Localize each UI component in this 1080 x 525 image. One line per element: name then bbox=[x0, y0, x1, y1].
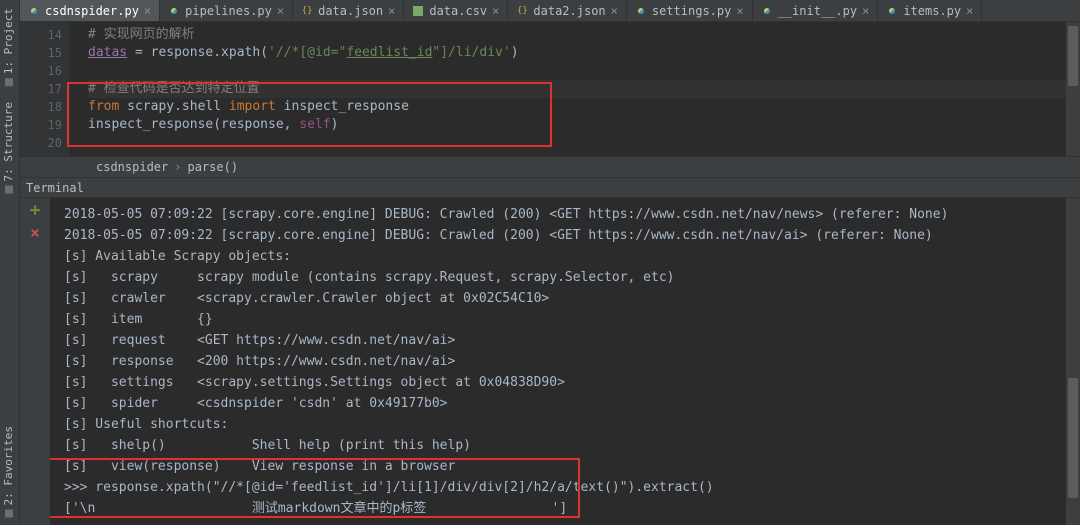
close-icon[interactable]: × bbox=[277, 4, 284, 18]
file-icon bbox=[412, 5, 424, 17]
close-icon[interactable]: × bbox=[388, 4, 395, 18]
file-icon bbox=[516, 5, 528, 17]
side-tab-icon bbox=[5, 78, 13, 86]
left-tool-strip-top: 1: Project 7: Structure bbox=[0, 0, 19, 418]
side-tab-label: 2: Favorites bbox=[2, 426, 15, 505]
terminal-line: >>> response.xpath("//*[@id='feedlist_id… bbox=[64, 477, 1066, 498]
tab-label: data2.json bbox=[533, 4, 605, 18]
terminal-line: [s] crawler <scrapy.crawler.Crawler obje… bbox=[64, 288, 1066, 309]
terminal-title: Terminal bbox=[26, 181, 84, 195]
side-tab-project[interactable]: 1: Project bbox=[0, 0, 17, 94]
terminal-line: [s] shelp() Shell help (print this help) bbox=[64, 435, 1066, 456]
code-line[interactable]: from scrapy.shell import inspect_respons… bbox=[88, 98, 1066, 116]
editor-scrollbar[interactable] bbox=[1066, 22, 1080, 156]
close-icon[interactable]: × bbox=[144, 4, 151, 18]
terminal-line: ['\n 测试markdown文章中的p标签 '] bbox=[64, 498, 1066, 519]
code-line[interactable] bbox=[88, 134, 1066, 152]
terminal-panel: + × 2018-05-05 07:09:22 [scrapy.core.eng… bbox=[20, 198, 1080, 525]
close-icon[interactable]: × bbox=[966, 4, 973, 18]
terminal-line: [s] Useful shortcuts: bbox=[64, 414, 1066, 435]
tab-label: csdnspider.py bbox=[45, 4, 139, 18]
terminal-line: [s] scrapy scrapy module (contains scrap… bbox=[64, 267, 1066, 288]
side-tab-icon bbox=[5, 186, 13, 194]
code-line[interactable]: # 实现网页的解析 bbox=[88, 26, 1066, 44]
terminal-line: 2018-05-05 07:09:22 [scrapy.core.engine]… bbox=[64, 225, 1066, 246]
terminal-line: [s] item {} bbox=[64, 309, 1066, 330]
editor-tab[interactable]: pipelines.py × bbox=[160, 0, 293, 21]
breadcrumb: csdnspider › parse() bbox=[20, 156, 1080, 178]
code-line[interactable]: datas = response.xpath('//*[@id="feedlis… bbox=[88, 44, 1066, 62]
close-icon[interactable]: × bbox=[862, 4, 869, 18]
left-tool-strip: 1: Project 7: Structure 2: Favorites bbox=[0, 0, 20, 525]
file-icon bbox=[301, 5, 313, 17]
editor-tabs: csdnspider.py×pipelines.py×data.json×dat… bbox=[20, 0, 1080, 22]
tab-label: pipelines.py bbox=[185, 4, 272, 18]
tab-label: settings.py bbox=[652, 4, 731, 18]
side-tab-structure[interactable]: 7: Structure bbox=[0, 94, 17, 201]
editor[interactable]: 14151617181920 # 实现网页的解析datas = response… bbox=[20, 22, 1080, 156]
close-icon[interactable]: × bbox=[611, 4, 618, 18]
tab-label: data.json bbox=[318, 4, 383, 18]
code-line[interactable]: inspect_response(response, self) bbox=[88, 116, 1066, 134]
editor-tab[interactable]: csdnspider.py × bbox=[20, 0, 160, 21]
editor-scroll-thumb[interactable] bbox=[1068, 26, 1078, 86]
main-area: csdnspider.py×pipelines.py×data.json×dat… bbox=[20, 0, 1080, 525]
terminal-scroll-thumb[interactable] bbox=[1068, 378, 1078, 498]
file-icon bbox=[886, 5, 898, 17]
file-icon bbox=[28, 5, 40, 17]
file-icon bbox=[635, 5, 647, 17]
terminal-output[interactable]: 2018-05-05 07:09:22 [scrapy.core.engine]… bbox=[50, 198, 1066, 525]
terminal-line: [s] settings <scrapy.settings.Settings o… bbox=[64, 372, 1066, 393]
terminal-scrollbar[interactable] bbox=[1066, 198, 1080, 525]
tab-label: data.csv bbox=[429, 4, 487, 18]
file-icon bbox=[168, 5, 180, 17]
side-tab-favorites[interactable]: 2: Favorites bbox=[0, 418, 17, 525]
breadcrumb-method[interactable]: parse() bbox=[187, 160, 238, 174]
close-icon[interactable]: × bbox=[736, 4, 743, 18]
editor-code[interactable]: # 实现网页的解析datas = response.xpath('//*[@id… bbox=[70, 22, 1066, 156]
file-icon bbox=[761, 5, 773, 17]
terminal-line: [s] response <200 https://www.csdn.net/n… bbox=[64, 351, 1066, 372]
editor-tab[interactable]: settings.py × bbox=[627, 0, 753, 21]
terminal-line: 2018-05-05 07:09:22 [scrapy.core.engine]… bbox=[64, 204, 1066, 225]
code-line[interactable]: # 检查代码是否达到特定位置 bbox=[88, 80, 1066, 98]
side-tab-label: 1: Project bbox=[2, 8, 15, 74]
editor-tab[interactable]: data2.json × bbox=[508, 0, 626, 21]
terminal-gutter: + × bbox=[20, 198, 50, 525]
code-line[interactable] bbox=[88, 62, 1066, 80]
breadcrumb-sep: › bbox=[174, 160, 181, 174]
tab-label: __init__.py bbox=[778, 4, 857, 18]
editor-gutter: 14151617181920 bbox=[20, 22, 70, 156]
terminal-header[interactable]: Terminal bbox=[20, 178, 1080, 198]
terminal-line: [s] spider <csdnspider 'csdn' at 0x49177… bbox=[64, 393, 1066, 414]
terminal-line: [s] Available Scrapy objects: bbox=[64, 246, 1066, 267]
side-tab-icon bbox=[5, 509, 13, 517]
editor-tab[interactable]: data.json × bbox=[293, 0, 404, 21]
editor-tab[interactable]: items.py × bbox=[878, 0, 982, 21]
left-tool-strip-bottom: 2: Favorites bbox=[0, 418, 19, 525]
terminal-add-icon[interactable]: + bbox=[30, 204, 41, 218]
breadcrumb-class[interactable]: csdnspider bbox=[96, 160, 168, 174]
side-tab-label: 7: Structure bbox=[2, 102, 15, 181]
terminal-line: >>> bbox=[64, 519, 1066, 525]
terminal-line: [s] view(response) View response in a br… bbox=[64, 456, 1066, 477]
terminal-close-icon[interactable]: × bbox=[30, 226, 40, 240]
editor-tab[interactable]: __init__.py × bbox=[753, 0, 879, 21]
editor-tab[interactable]: data.csv × bbox=[404, 0, 508, 21]
tab-label: items.py bbox=[903, 4, 961, 18]
terminal-line: [s] request <GET https://www.csdn.net/na… bbox=[64, 330, 1066, 351]
close-icon[interactable]: × bbox=[492, 4, 499, 18]
